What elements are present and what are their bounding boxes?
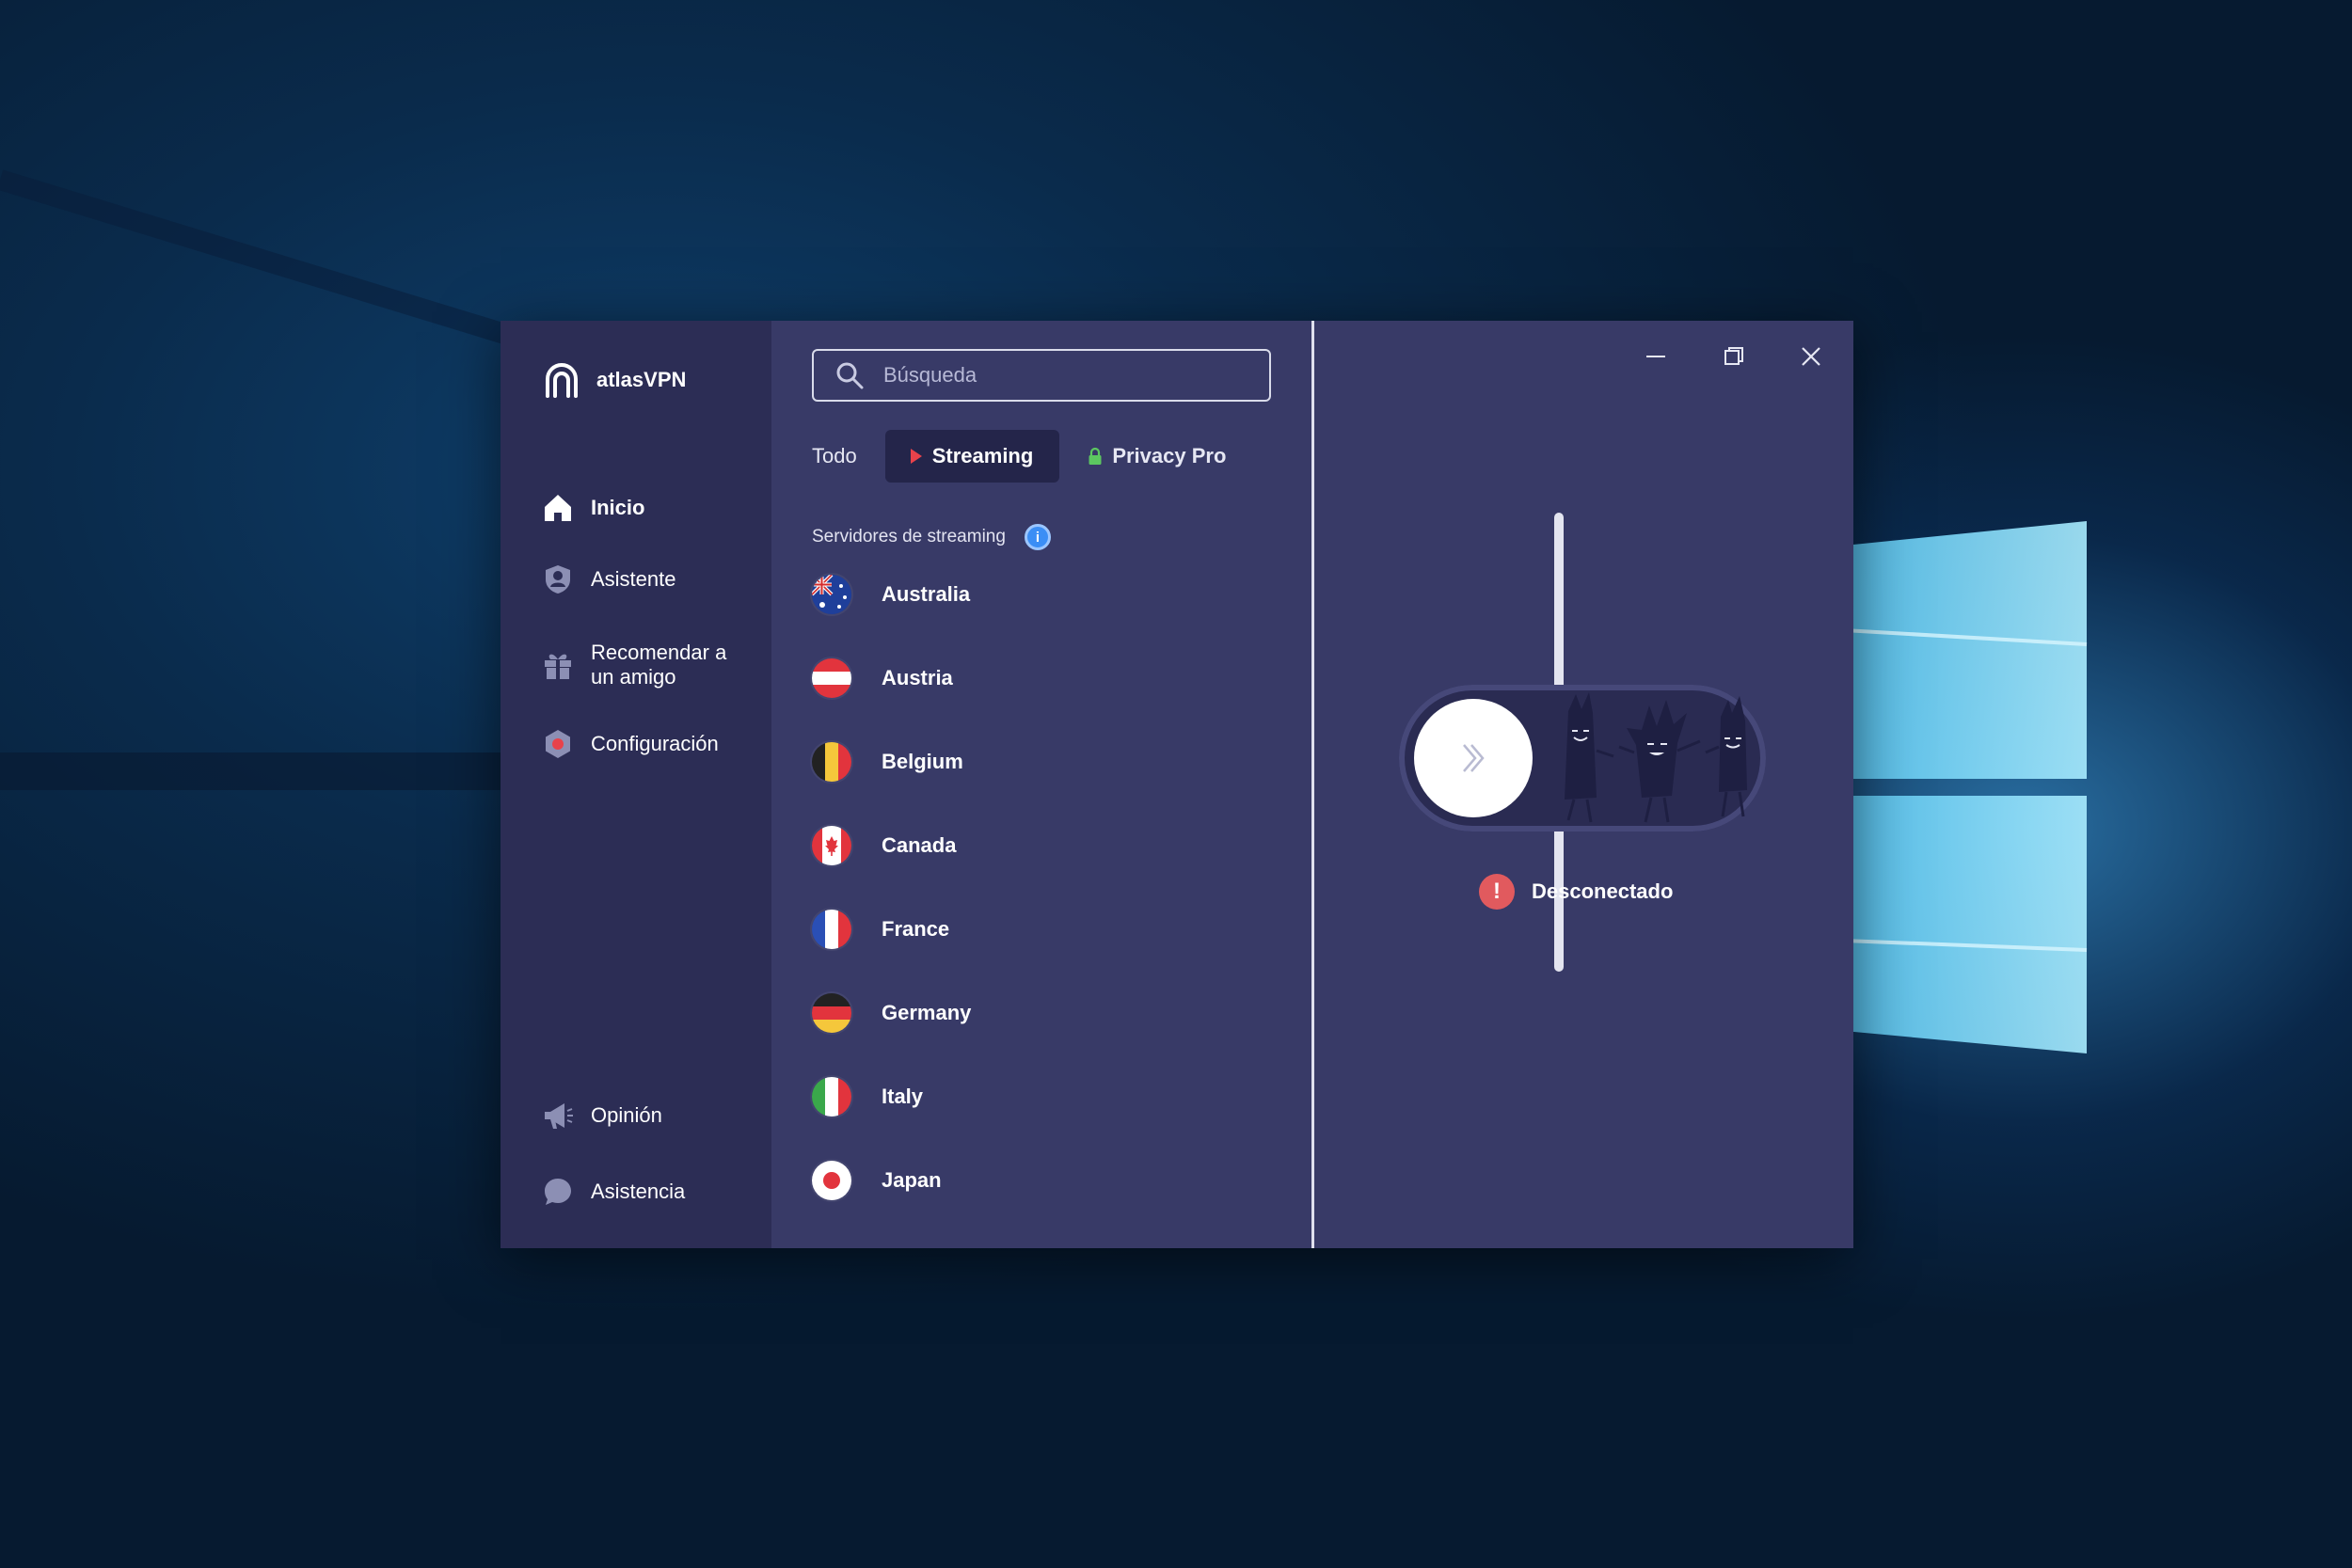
tab-privacy-pro[interactable]: Privacy Pro (1088, 430, 1226, 483)
connection-status: ! Desconectado (1479, 874, 1673, 910)
panel-divider (1311, 321, 1314, 1248)
close-button[interactable] (1792, 338, 1830, 375)
server-list-panel: Todo Streaming Privacy Pro Servidores de… (771, 321, 1564, 1248)
error-icon: ! (1479, 874, 1515, 910)
country-name: France (882, 917, 950, 941)
country-row-germany[interactable]: Germany (812, 993, 971, 1033)
monster-characters-illustration (1565, 692, 1747, 823)
home-icon (542, 492, 574, 524)
megaphone-icon (542, 1100, 574, 1132)
country-name: Australia (882, 582, 971, 606)
country-row-australia[interactable]: Australia (812, 575, 970, 614)
search-input[interactable] (882, 362, 1243, 388)
country-row-belgium[interactable]: Belgium (812, 742, 963, 782)
country-row-canada[interactable]: Canada (812, 826, 956, 865)
play-icon (910, 449, 922, 464)
app-logo: atlasVPN (542, 360, 686, 400)
section-title: Servidores de streaming i (812, 524, 1051, 550)
chat-bubble-icon (542, 1176, 574, 1208)
japan-flag-icon (812, 1161, 851, 1200)
sidebar-item-asistencia[interactable]: Asistencia (542, 1176, 685, 1208)
restore-button[interactable] (1715, 338, 1753, 375)
sidebar-item-opinion[interactable]: Opinión (542, 1100, 662, 1132)
sidebar-item-label: Opinión (591, 1103, 662, 1127)
lock-icon (1089, 447, 1102, 465)
australia-flag-icon (812, 575, 851, 614)
close-icon (1802, 347, 1820, 366)
atlasvpn-logo-icon (546, 363, 578, 398)
tab-streaming[interactable]: Streaming (884, 430, 1060, 483)
minimize-icon (1646, 356, 1665, 357)
country-row-italy[interactable]: Italy (812, 1077, 923, 1117)
sidebar-item-inicio[interactable]: Inicio (542, 492, 644, 524)
minimize-button[interactable] (1637, 338, 1675, 375)
atlasvpn-window: atlasVPN Inicio Asistente Recomendar a u… (501, 321, 1853, 1248)
belgium-flag-icon (812, 742, 851, 782)
country-row-japan[interactable]: Japan (812, 1161, 942, 1200)
country-row-france[interactable]: France (812, 910, 949, 949)
sidebar-item-asistente[interactable]: Asistente (542, 563, 676, 595)
germany-flag-icon (812, 993, 851, 1033)
canada-flag-icon (812, 826, 851, 865)
search-box[interactable] (812, 349, 1271, 402)
double-chevron-right-icon (1463, 744, 1485, 772)
sidebar-item-configuracion[interactable]: Configuración (542, 728, 719, 760)
country-name: Japan (882, 1168, 942, 1192)
sidebar-item-label: Recomendar a un amigo (591, 641, 727, 689)
italy-flag-icon (812, 1077, 851, 1117)
sidebar-item-label: Asistencia (591, 1180, 686, 1203)
france-flag-icon (812, 910, 851, 949)
country-name: Belgium (882, 750, 963, 773)
desktop-light-beam (0, 752, 564, 790)
connect-knob[interactable] (1414, 699, 1533, 817)
country-name: Italy (882, 1085, 924, 1108)
search-icon (836, 362, 864, 389)
country-name: Austria (882, 666, 953, 689)
sidebar-item-recomendar[interactable]: Recomendar a un amigo (542, 641, 726, 689)
tab-todo[interactable]: Todo (812, 430, 857, 483)
sidebar-item-label: Asistente (591, 567, 676, 591)
gift-icon (542, 649, 574, 681)
windows-logo (1844, 521, 2088, 1053)
server-tabs: Todo Streaming Privacy Pro (812, 430, 1226, 483)
sidebar-item-label: Inicio (591, 496, 645, 519)
settings-icon (542, 728, 574, 760)
shield-user-icon (542, 563, 574, 595)
restore-icon (1724, 347, 1743, 365)
country-name: Canada (882, 833, 957, 857)
country-row-austria[interactable]: Austria (812, 658, 953, 698)
info-icon[interactable]: i (1024, 524, 1051, 550)
app-name: atlasVPN (596, 368, 687, 391)
status-text: Desconectado (1532, 879, 1674, 903)
connect-toggle[interactable] (1399, 685, 1766, 832)
country-name: Germany (882, 1001, 972, 1024)
austria-flag-icon (812, 658, 851, 698)
sidebar-item-label: Configuración (591, 732, 719, 755)
sidebar: atlasVPN Inicio Asistente Recomendar a u… (501, 321, 771, 1248)
